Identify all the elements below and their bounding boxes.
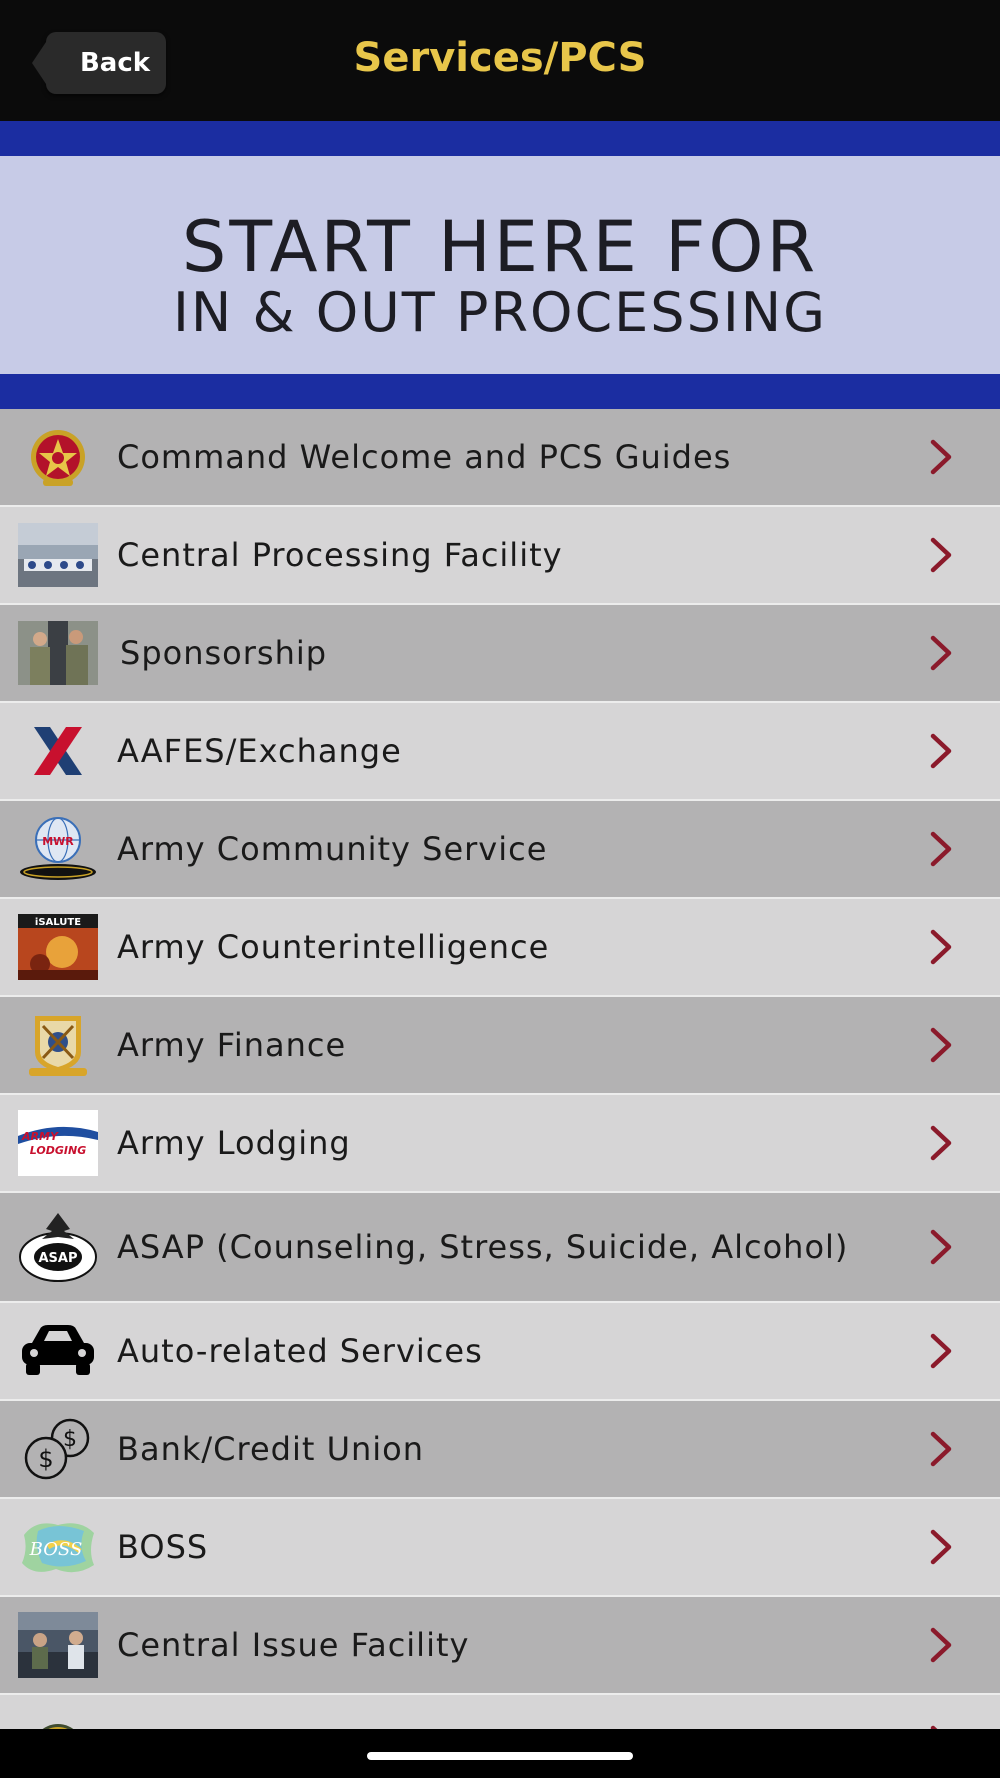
list-item-partial[interactable]: [0, 1695, 1000, 1729]
list-item-army-lodging[interactable]: ARMY LODGING Army Lodging: [0, 1095, 1000, 1193]
list-item-label: Command Welcome and PCS Guides: [117, 438, 732, 476]
svg-text:iSALUTE: iSALUTE: [35, 917, 81, 928]
partial-row-icon: [18, 1710, 98, 1729]
banner-headline: START HERE FOR: [181, 206, 819, 288]
chevron-right-icon: [930, 1027, 952, 1063]
list-item-bank-credit-union[interactable]: $ $ Bank/Credit Union: [0, 1401, 1000, 1499]
finance-crest-icon: [18, 1012, 98, 1078]
list-item-label: AAFES/Exchange: [117, 732, 402, 770]
list-item-central-processing[interactable]: Central Processing Facility: [0, 507, 1000, 605]
army-lodging-logo: ARMY LODGING: [18, 1110, 98, 1176]
svg-text:$: $: [38, 1445, 53, 1473]
chevron-right-icon: [930, 1627, 952, 1663]
list-item-command-welcome[interactable]: Command Welcome and PCS Guides: [0, 409, 1000, 507]
list-item-army-finance[interactable]: Army Finance: [0, 997, 1000, 1095]
coins-icon: $ $: [18, 1416, 98, 1482]
chevron-right-icon: [930, 1229, 952, 1265]
list-item-label: Sponsorship: [120, 634, 328, 672]
list-item-asap[interactable]: ASAP ASAP (Counseling, Stress, Suicide, …: [0, 1193, 1000, 1303]
command-crest-icon: [18, 424, 98, 490]
list-item-label: Central Processing Facility: [117, 536, 563, 574]
list-item-label: ASAP (Counseling, Stress, Suicide, Alcoh…: [117, 1228, 849, 1266]
svg-text:ARMY: ARMY: [21, 1130, 59, 1143]
chevron-right-icon: [930, 1333, 952, 1369]
chevron-right-icon: [930, 537, 952, 573]
car-icon: [18, 1318, 98, 1384]
processing-facility-photo: [18, 522, 98, 588]
list-item-label: Army Lodging: [117, 1124, 351, 1162]
page-title: Services/PCS: [353, 35, 647, 81]
chevron-right-icon: [930, 831, 952, 867]
chevron-right-icon: [930, 929, 952, 965]
svg-text:MWR: MWR: [42, 835, 74, 848]
list-item-label: Central Issue Facility: [117, 1626, 470, 1664]
chevron-right-icon: [930, 439, 952, 475]
svg-text:LODGING: LODGING: [30, 1144, 86, 1157]
isalute-poster: iSALUTE: [18, 914, 98, 980]
home-indicator[interactable]: [367, 1752, 633, 1760]
chevron-right-icon: [930, 1431, 952, 1467]
services-list: Command Welcome and PCS Guides Central P…: [0, 409, 1000, 1729]
banner-subheadline: IN & OUT PROCESSING: [172, 281, 828, 344]
boss-logo: BOSS: [18, 1514, 98, 1580]
banner-panel: START HERE FOR IN & OUT PROCESSING: [0, 156, 1000, 374]
issue-facility-photo: [18, 1612, 98, 1678]
svg-text:ASAP: ASAP: [38, 1251, 77, 1266]
list-item-label: Army Counterintelligence: [117, 928, 550, 966]
list-item-boss[interactable]: BOSS BOSS: [0, 1499, 1000, 1597]
list-item-auto-services[interactable]: Auto-related Services: [0, 1303, 1000, 1401]
list-item-label: Army Finance: [117, 1026, 347, 1064]
svg-text:$: $: [63, 1427, 77, 1452]
list-item-sponsorship[interactable]: Sponsorship: [0, 605, 1000, 703]
list-item-central-issue-facility[interactable]: Central Issue Facility: [0, 1597, 1000, 1695]
mwr-acs-logo: MWR: [18, 816, 98, 882]
list-item-label: Army Community Service: [117, 830, 548, 868]
asap-eagle-logo: ASAP: [18, 1207, 98, 1287]
chevron-right-icon: [930, 1529, 952, 1565]
nav-bar: Back Services/PCS: [0, 0, 1000, 121]
list-item-label: Auto-related Services: [117, 1332, 483, 1370]
processing-banner[interactable]: START HERE FOR IN & OUT PROCESSING: [0, 121, 1000, 409]
list-item-army-counterintelligence[interactable]: iSALUTE Army Counterintelligence: [0, 899, 1000, 997]
exchange-x-logo: [18, 718, 98, 784]
sponsorship-photo: [18, 620, 98, 686]
chevron-right-icon: [930, 635, 952, 671]
chevron-right-icon: [930, 733, 952, 769]
list-item-army-community-service[interactable]: MWR Army Community Service: [0, 801, 1000, 899]
svg-text:BOSS: BOSS: [29, 1539, 83, 1560]
list-item-label: Bank/Credit Union: [117, 1430, 425, 1468]
chevron-right-icon: [930, 1125, 952, 1161]
list-item-label: BOSS: [117, 1528, 209, 1566]
list-item-aafes[interactable]: AAFES/Exchange: [0, 703, 1000, 801]
